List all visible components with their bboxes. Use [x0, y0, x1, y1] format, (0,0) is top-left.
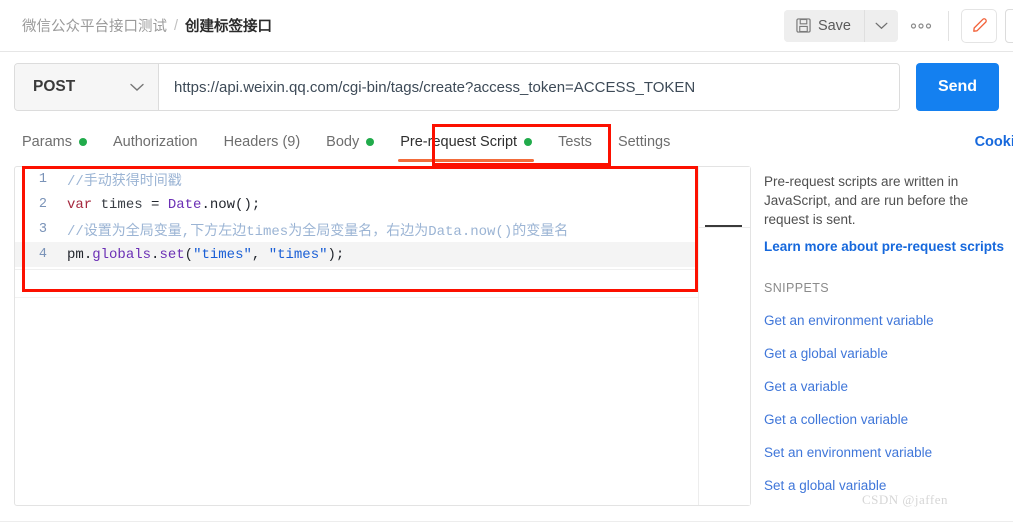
more-actions-button[interactable] — [904, 10, 938, 42]
line-number: 2 — [38, 197, 47, 212]
header-divider — [948, 10, 949, 41]
modified-dot-icon — [366, 138, 375, 146]
edit-request-button[interactable] — [961, 8, 997, 43]
http-method-label: POST — [33, 78, 76, 95]
code-token: times — [92, 196, 152, 213]
tab-tests[interactable]: Tests — [545, 122, 605, 162]
tab-authorization[interactable]: Authorization — [100, 122, 211, 162]
code-token: globals — [92, 246, 152, 263]
code-token: //设置为全局变量,下方左边times为全局变量名，右边为Data.now()的… — [67, 223, 569, 240]
request-tabs: Params Authorization Headers (9) Body Pr… — [0, 122, 1013, 164]
ellipsis-icon — [910, 22, 932, 29]
code-token: "times" — [193, 246, 252, 263]
line-number: 3 — [38, 222, 47, 237]
modified-dot-icon — [78, 138, 87, 146]
code-area[interactable]: 1 //手动获得时间戳 2 var times = Date.now(); 3 //设置为… — [15, 167, 698, 505]
chevron-down-icon — [875, 22, 888, 30]
tab-label: Tests — [558, 134, 592, 150]
code-token: Date — [167, 196, 202, 213]
floppy-disk-icon — [796, 18, 811, 33]
tab-params[interactable]: Params — [22, 122, 100, 162]
code-text[interactable]: var times = Date.now(); — [63, 197, 260, 213]
snippets-heading: SNIPPETS — [764, 281, 830, 295]
pencil-icon — [970, 16, 989, 35]
tab-pre-request-script[interactable]: Pre-request Script — [387, 122, 545, 162]
snippet-link[interactable]: Set a global variable — [764, 478, 1013, 493]
code-token: , — [251, 246, 269, 263]
tab-body[interactable]: Body — [313, 122, 387, 162]
snippet-link[interactable]: Get a global variable — [764, 346, 1013, 361]
request-url-shell: POST https://api.weixin.qq.com/cgi-bin/t… — [14, 63, 900, 111]
code-text[interactable]: //设置为全局变量,下方左边times为全局变量名，右边为Data.now()的… — [63, 220, 568, 240]
code-token: ); — [327, 246, 345, 263]
code-token: .now(); — [201, 196, 261, 213]
tab-label: Settings — [617, 134, 671, 150]
line-number: 1 — [38, 172, 47, 187]
code-token: . — [83, 246, 93, 263]
code-line[interactable]: 3 //设置为全局变量,下方左边times为全局变量名，右边为Data.now()… — [15, 217, 698, 242]
code-text[interactable]: pm.globals.set("times", "times"); — [63, 247, 344, 263]
modified-dot-icon — [524, 138, 533, 146]
snippet-link[interactable]: Get a collection variable — [764, 412, 1013, 427]
learn-more-link[interactable]: Learn more about pre-request scripts — [764, 239, 1013, 254]
tab-label: Headers (9) — [223, 134, 301, 150]
code-line[interactable]: 2 var times = Date.now(); — [15, 192, 698, 217]
tab-label: Params — [22, 134, 72, 150]
code-lines: 1 //手动获得时间戳 2 var times = Date.now(); 3 //设置为… — [15, 167, 698, 267]
request-url-input[interactable]: https://api.weixin.qq.com/cgi-bin/tags/c… — [159, 64, 899, 110]
editor-minimap-scrollbar[interactable] — [698, 167, 750, 505]
breadcrumb-separator: / — [174, 17, 179, 34]
minimap-divider — [699, 227, 750, 228]
snippet-link[interactable]: Set an environment variable — [764, 445, 1013, 460]
code-token: pm — [67, 246, 84, 263]
snippet-link[interactable]: Get a variable — [764, 379, 1013, 394]
request-url-row: POST https://api.weixin.qq.com/cgi-bin/t… — [0, 52, 1013, 122]
code-token: = — [151, 196, 168, 213]
tab-label: Pre-request Script — [400, 134, 518, 150]
pre-request-script-editor[interactable]: 1 //手动获得时间戳 2 var times = Date.now(); 3 //设置为… — [14, 166, 751, 506]
code-token: //手动获得时间戳 — [67, 173, 182, 190]
tab-label: Body — [326, 134, 360, 150]
watermark: CSDN @jaffen — [862, 492, 948, 507]
header-actions: Save — [783, 0, 1013, 51]
script-help-description: Pre-request scripts are written in JavaS… — [764, 174, 969, 227]
snippets-list: Get an environment variable Get a global … — [764, 313, 1013, 493]
http-method-select[interactable]: POST — [15, 64, 159, 110]
tab-label: Authorization — [112, 134, 198, 150]
send-button[interactable]: Send — [916, 63, 999, 111]
chevron-down-icon — [130, 83, 144, 92]
postman-request-builder: 微信公众平台接口测试 / 创建标签接口 Save POST https://ap… — [0, 0, 1013, 522]
code-line[interactable]: 4 pm.globals.set("times", "times"); — [15, 242, 698, 267]
app-header: 微信公众平台接口测试 / 创建标签接口 Save — [0, 0, 1013, 52]
line-number: 4 — [38, 247, 47, 262]
tab-settings[interactable]: Settings — [605, 122, 683, 162]
code-line[interactable]: 1 //手动获得时间戳 — [15, 167, 698, 192]
code-token: var — [67, 196, 93, 213]
breadcrumb: 微信公众平台接口测试 / 创建标签接口 — [22, 15, 272, 36]
breadcrumb-collection[interactable]: 微信公众平台接口测试 — [22, 15, 167, 36]
save-button[interactable]: Save — [783, 9, 864, 42]
cookies-link[interactable]: Cookies — [975, 122, 1013, 162]
code-token: "times" — [268, 246, 328, 263]
tab-headers[interactable]: Headers (9) — [211, 122, 314, 162]
code-text[interactable]: //手动获得时间戳 — [63, 170, 182, 190]
save-button-group: Save — [783, 9, 898, 42]
save-button-label: Save — [817, 17, 851, 34]
breadcrumb-current-request[interactable]: 创建标签接口 — [185, 15, 272, 36]
editor-rule — [15, 269, 698, 270]
header-overflow-button[interactable] — [1005, 8, 1013, 43]
code-token: set — [159, 246, 185, 263]
script-help-panel: Pre-request scripts are written in JavaS… — [764, 172, 1013, 493]
snippet-link[interactable]: Get an environment variable — [764, 313, 1013, 328]
editor-rule — [15, 297, 698, 298]
code-token: ( — [184, 246, 194, 263]
save-options-dropdown[interactable] — [864, 9, 898, 42]
